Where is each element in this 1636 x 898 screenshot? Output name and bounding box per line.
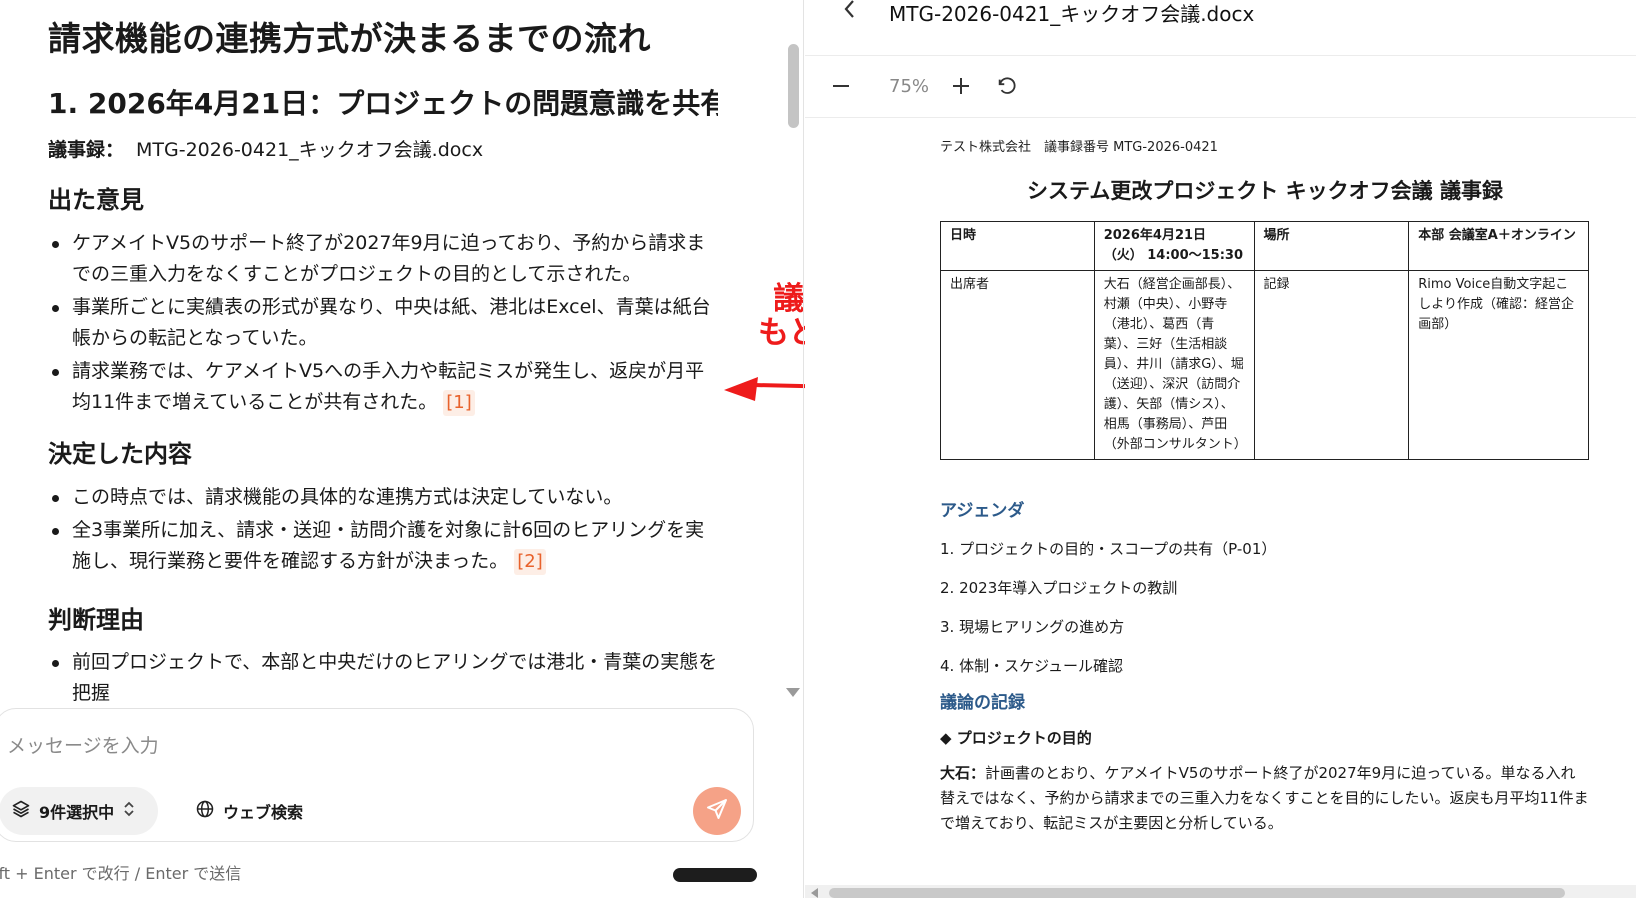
step1-heading: 1. 2026年4月21日：プロジェクトの問題意識を共有 [48, 87, 718, 120]
agenda-heading: アジェンダ [940, 501, 1025, 521]
layers-icon [11, 799, 31, 823]
citation-1[interactable]: [1] [443, 390, 475, 416]
reasons-list: 前回プロジェクトで、本部と中央だけのヒアリングでは港北・青葉の実態を把握 [48, 647, 718, 706]
table-cell: 本部 会議室A＋オンライン [1408, 221, 1589, 271]
answer-title: 請求機能の連携方式が決まるまでの流れ [48, 19, 651, 58]
decisions-list: この時点では、請求機能の具体的な連携方式は決定していない。 全3事業所に加え、請… [48, 482, 718, 579]
viewer-scrollbar-thumb[interactable] [829, 888, 1565, 898]
send-button[interactable] [693, 787, 741, 835]
document-select-label: 9件選択中 [39, 803, 115, 822]
message-input[interactable] [7, 731, 727, 761]
chat-scrollbar[interactable] [787, 36, 799, 698]
minutes-file-link[interactable]: MTG-2026-0421_キックオフ会議.docx [136, 139, 483, 161]
agenda-item: 4. 体制・スケジュール確認 [940, 657, 1124, 675]
table-cell: Rimo Voice自動文字起こしより作成（確認：経営企画部） [1408, 270, 1589, 460]
table-cell: 出席者 [940, 270, 1095, 460]
zoom-level: 75% [889, 76, 930, 97]
keyboard-hint: ift + Enter で改行 / Enter で送信 [0, 864, 242, 883]
web-search-label: ウェブ検索 [223, 803, 304, 822]
speech-paragraph: 大石：計画書のとおり、ケアメイトV5のサポート終了が2027年9月に迫っている。… [940, 761, 1590, 836]
list-item: ケアメイトV5のサポート終了が2027年9月に迫っており、予約から請求までの三重… [48, 228, 718, 290]
table-row: 出席者 大石（経営企画部長）、村瀬（中央）、小野寺（港北）、葛西（青葉）、三好（… [940, 270, 1589, 460]
back-button[interactable] [841, 0, 859, 26]
table-row: 日時 2026年4月21日（火） 14:00〜15:30 場所 本部 会議室A＋… [940, 221, 1589, 271]
minutes-reference: 議事録： MTG-2026-0421_キックオフ会議.docx [48, 135, 483, 162]
speech-text: 計画書のとおり、ケアメイトV5のサポート終了が2027年9月に迫っている。単なる… [940, 764, 1589, 832]
pane-divider[interactable] [803, 0, 804, 898]
agenda-item: 1. プロジェクトの目的・スコープの共有（P-01） [940, 540, 1277, 558]
table-cell: 日時 [940, 221, 1095, 271]
message-composer: 9件選択中 ウェブ検索 [0, 708, 754, 842]
rotate-ccw-icon [998, 77, 1016, 94]
table-cell: 場所 [1253, 221, 1410, 271]
document-heading: システム更改プロジェクト キックオフ会議 議事録 [1027, 179, 1503, 203]
answer-content: 請求機能の連携方式が決まるまでの流れ 1. 2026年4月21日：プロジェクトの… [48, 0, 718, 706]
table-cell: 記録 [1253, 270, 1410, 460]
document-select-button[interactable]: 9件選択中 [0, 787, 159, 835]
list-item: この時点では、請求機能の具体的な連携方式は決定していない。 [48, 482, 718, 513]
plus-icon [953, 78, 969, 94]
list-item: 請求業務では、ケアメイトV5への手入力や転記ミスが発生し、返戻が月平均11件まで… [48, 356, 718, 418]
viewer-header: MTG-2026-0421_キックオフ会議.docx [805, 0, 1636, 56]
reset-zoom-button[interactable] [991, 70, 1023, 102]
chat-scrollbar-thumb[interactable] [788, 44, 799, 128]
zoom-in-button[interactable] [945, 70, 977, 102]
minutes-label: 議事録： [48, 139, 125, 161]
chat-pane: 請求機能の連携方式が決まるまでの流れ 1. 2026年4月21日：プロジェクトの… [0, 0, 803, 898]
agenda-item: 2. 2023年導入プロジェクトの教訓 [940, 579, 1178, 597]
list-item: 事業所ごとに実績表の形式が異なり、中央は紙、港北はExcel、青葉は紙台帳からの… [48, 292, 718, 354]
speaker-name: 大石： [940, 764, 986, 782]
meeting-info-table: 日時 2026年4月21日（火） 14:00〜15:30 場所 本部 会議室A＋… [940, 221, 1589, 460]
citation-2[interactable]: [2] [514, 549, 546, 575]
zoom-toolbar: 75% [805, 56, 1636, 118]
agenda-item: 3. 現場ヒアリングの進め方 [940, 618, 1125, 636]
globe-icon [195, 799, 215, 823]
app-root: 請求機能の連携方式が決まるまでの流れ 1. 2026年4月21日：プロジェクトの… [0, 0, 1636, 898]
scroll-left-arrow-icon[interactable] [811, 888, 818, 898]
table-cell: 2026年4月21日（火） 14:00〜15:30 [1093, 221, 1255, 271]
document-page: テスト株式会社 議事録番号 MTG-2026-0421 システム更改プロジェクト… [805, 119, 1636, 879]
horizontal-scroll-handle[interactable] [673, 868, 757, 882]
list-item: 全3事業所に加え、請求・送迎・訪問介護を対象に計6回のヒアリングを実施し、現行業… [48, 515, 718, 577]
chevron-left-icon [844, 0, 854, 18]
table-cell: 大石（経営企画部長）、村瀬（中央）、小野寺（港北）、葛西（青葉）、三好（生活相談… [1093, 270, 1255, 460]
document-title: MTG-2026-0421_キックオフ会議.docx [889, 2, 1255, 26]
purpose-heading: ◆ プロジェクトの目的 [940, 729, 1092, 747]
document-meta: テスト株式会社 議事録番号 MTG-2026-0421 [940, 140, 1218, 155]
document-viewer: MTG-2026-0421_キックオフ会議.docx 75% テスト株式会社 議… [805, 0, 1636, 898]
chevron-updown-icon [122, 800, 136, 822]
decisions-heading: 決定した内容 [48, 440, 192, 468]
web-search-toggle[interactable]: ウェブ検索 [185, 787, 313, 835]
send-icon [705, 797, 729, 825]
minus-icon [833, 85, 849, 87]
reasons-heading: 判断理由 [48, 606, 144, 634]
opinions-heading: 出た意見 [48, 186, 144, 214]
zoom-out-button[interactable] [825, 70, 857, 102]
opinions-list: ケアメイトV5のサポート終了が2027年9月に迫っており、予約から請求までの三重… [48, 228, 718, 420]
scroll-down-arrow-icon[interactable] [786, 688, 800, 697]
discussion-heading: 議論の記録 [940, 693, 1025, 713]
list-item: 前回プロジェクトで、本部と中央だけのヒアリングでは港北・青葉の実態を把握 [48, 647, 718, 706]
